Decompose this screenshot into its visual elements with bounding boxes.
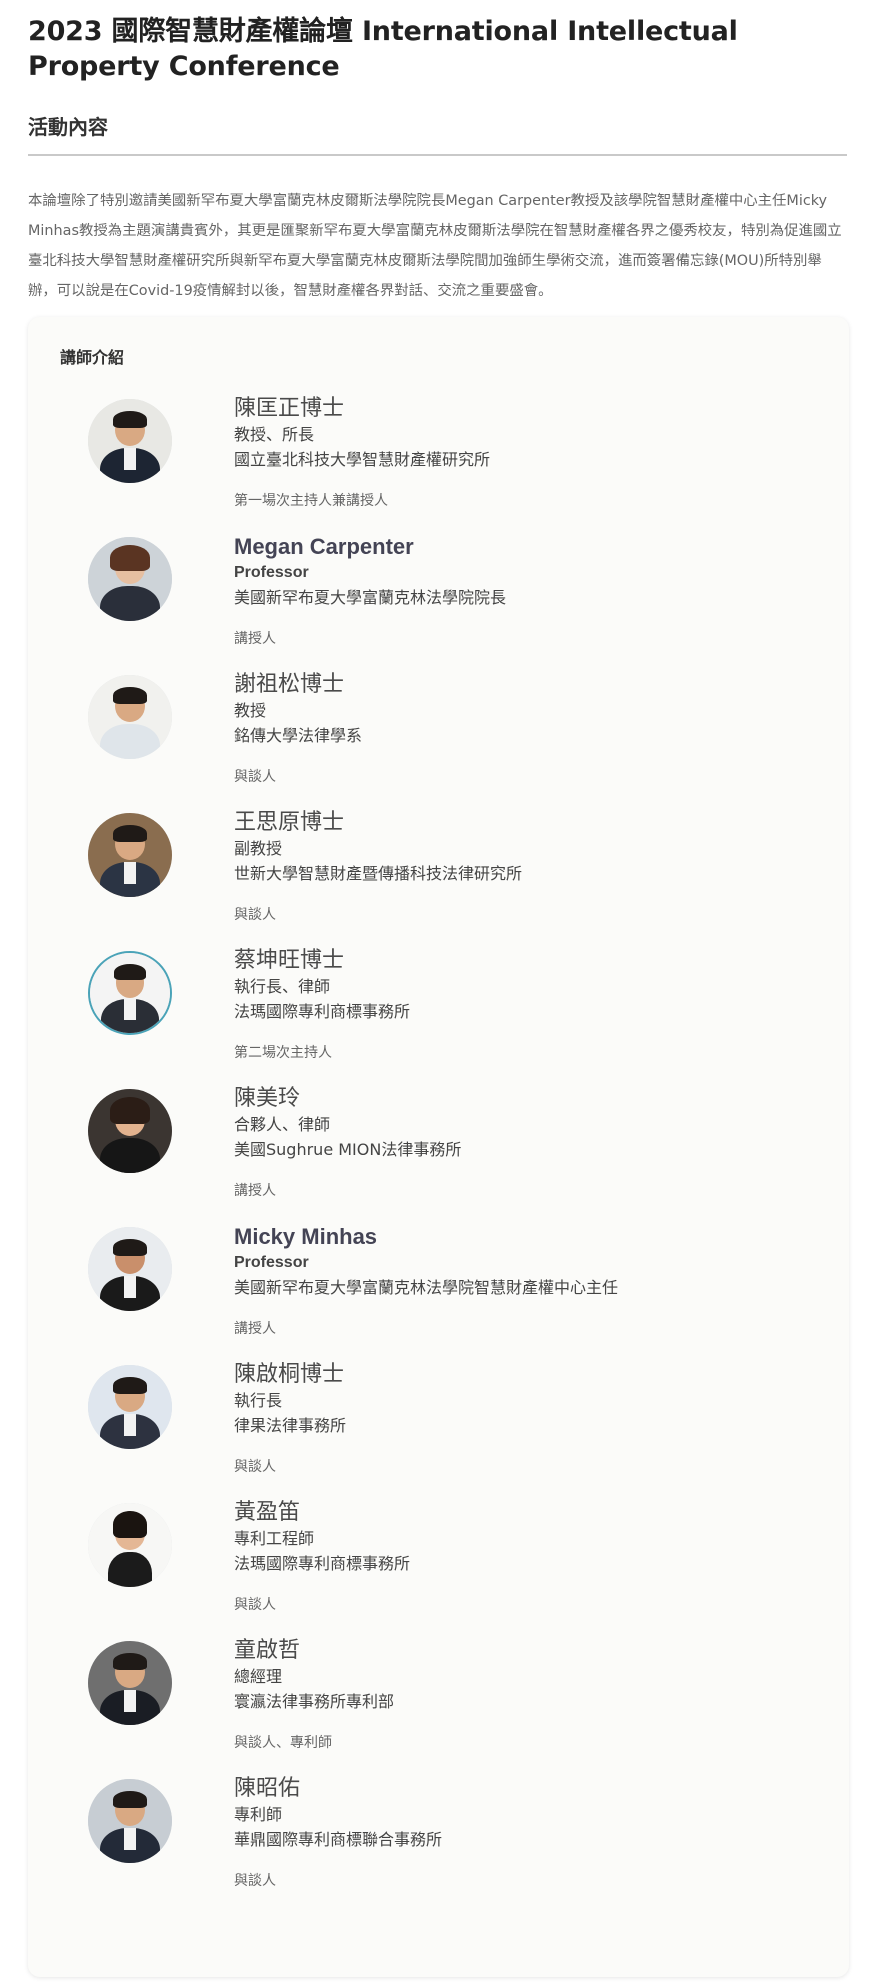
speaker-position: 合夥人、律師 <box>234 1115 331 1134</box>
speaker-position: 教授 <box>234 701 267 720</box>
speaker-avatar <box>88 1779 172 1863</box>
speaker-name: 陳昭佑 <box>234 1776 301 1801</box>
speaker-position: Professor <box>234 1254 309 1271</box>
speaker-name: 謝祖松博士 <box>234 672 345 697</box>
speaker-role: 與談人 <box>234 907 276 923</box>
page: 2023 國際智慧財產權論壇 International Intellectua… <box>0 0 875 1982</box>
section-heading: 活動內容 <box>28 112 847 156</box>
speaker-card: 陳匡正博士 教授、所長 國立臺北科技大學智慧財產權研究所 第一場次主持人兼講授人 <box>60 391 817 529</box>
speaker-card: 童啟哲 總經理 寰瀛法律事務所專利部 與談人、專利師 <box>60 1633 817 1771</box>
speaker-position: 副教授 <box>234 839 283 858</box>
page-title: 2023 國際智慧財產權論壇 International Intellectua… <box>28 16 738 82</box>
speaker-role: 與談人 <box>234 1459 276 1475</box>
speaker-role: 與談人 <box>234 769 276 785</box>
speaker-role: 第二場次主持人 <box>234 1045 332 1061</box>
speakers-panel: 講師介紹 陳匡正博士 教授、所長 國立臺北科技大學智慧財產權研究所 第一場次主持… <box>28 317 849 1977</box>
speaker-organization: 美國新罕布夏大學富蘭克林法學院智慧財產權中心主任 <box>234 1278 619 1297</box>
speaker-organization: 法瑪國際專利商標事務所 <box>234 1002 411 1021</box>
speaker-name: Megan Carpenter <box>234 534 414 559</box>
speaker-organization: 美國新罕布夏大學富蘭克林法學院院長 <box>234 588 507 607</box>
speaker-card: 陳昭佑 專利師 華鼎國際專利商標聯合事務所 與談人 <box>60 1771 817 1909</box>
speaker-card: 陳美玲 合夥人、律師 美國Sughrue MION法律事務所 講授人 <box>60 1081 817 1219</box>
speaker-role: 第一場次主持人兼講授人 <box>234 493 388 509</box>
speaker-name: 陳啟桐博士 <box>234 1362 345 1387</box>
speaker-role: 講授人 <box>234 1321 276 1337</box>
speaker-position: 專利工程師 <box>234 1529 315 1548</box>
speaker-organization: 寰瀛法律事務所專利部 <box>234 1692 395 1711</box>
speaker-name: 王思原博士 <box>234 810 345 835</box>
speaker-card: 黃盈笛 專利工程師 法瑪國際專利商標事務所 與談人 <box>60 1495 817 1633</box>
speaker-name: 童啟哲 <box>234 1638 301 1663</box>
speaker-organization: 華鼎國際專利商標聯合事務所 <box>234 1830 443 1849</box>
speaker-name: Micky Minhas <box>234 1224 378 1249</box>
speaker-name: 黃盈笛 <box>234 1500 301 1525</box>
speaker-role: 講授人 <box>234 631 276 647</box>
speaker-name: 陳美玲 <box>234 1086 301 1111</box>
speaker-role: 與談人 <box>234 1873 276 1889</box>
speaker-organization: 國立臺北科技大學智慧財產權研究所 <box>234 450 491 469</box>
speaker-avatar <box>88 1503 172 1587</box>
speaker-list: 陳匡正博士 教授、所長 國立臺北科技大學智慧財產權研究所 第一場次主持人兼講授人… <box>60 391 817 1909</box>
speaker-avatar <box>88 813 172 897</box>
speaker-role: 與談人 <box>234 1597 276 1613</box>
speaker-card: Micky Minhas Professor 美國新罕布夏大學富蘭克林法學院智慧… <box>60 1219 817 1357</box>
speaker-position: 執行長 <box>234 1391 283 1410</box>
speaker-organization: 法瑪國際專利商標事務所 <box>234 1554 411 1573</box>
speaker-name: 蔡坤旺博士 <box>234 948 345 973</box>
speaker-role: 講授人 <box>234 1183 276 1199</box>
speaker-organization: 銘傳大學法律學系 <box>234 726 363 745</box>
speaker-avatar <box>88 1227 172 1311</box>
speaker-avatar <box>88 1365 172 1449</box>
speaker-organization: 美國Sughrue MION法律事務所 <box>234 1140 462 1159</box>
speaker-position: 專利師 <box>234 1805 283 1824</box>
speakers-panel-title: 講師介紹 <box>60 348 125 367</box>
speaker-avatar <box>88 399 172 483</box>
speaker-organization: 世新大學智慧財產暨傳播科技法律研究所 <box>234 864 523 883</box>
speaker-position: 教授、所長 <box>234 425 315 444</box>
speaker-avatar <box>88 1089 172 1173</box>
speaker-position: 總經理 <box>234 1667 283 1686</box>
intro-paragraph: 本論壇除了特別邀請美國新罕布夏大學富蘭克林皮爾斯法學院院長Megan Carpe… <box>28 193 842 299</box>
speaker-avatar <box>88 1641 172 1725</box>
speaker-avatar <box>88 537 172 621</box>
speaker-card: 蔡坤旺博士 執行長、律師 法瑪國際專利商標事務所 第二場次主持人 <box>60 943 817 1081</box>
speaker-card: 王思原博士 副教授 世新大學智慧財產暨傳播科技法律研究所 與談人 <box>60 805 817 943</box>
speaker-card: 謝祖松博士 教授 銘傳大學法律學系 與談人 <box>60 667 817 805</box>
speaker-name: 陳匡正博士 <box>234 396 345 421</box>
speaker-card: 陳啟桐博士 執行長 律果法律事務所 與談人 <box>60 1357 817 1495</box>
speaker-role: 與談人、專利師 <box>234 1735 332 1751</box>
speaker-avatar <box>88 951 172 1035</box>
speaker-organization: 律果法律事務所 <box>234 1416 347 1435</box>
speaker-position: Professor <box>234 564 309 581</box>
speaker-avatar <box>88 675 172 759</box>
speaker-card: Megan Carpenter Professor 美國新罕布夏大學富蘭克林法學… <box>60 529 817 667</box>
speaker-position: 執行長、律師 <box>234 977 331 996</box>
